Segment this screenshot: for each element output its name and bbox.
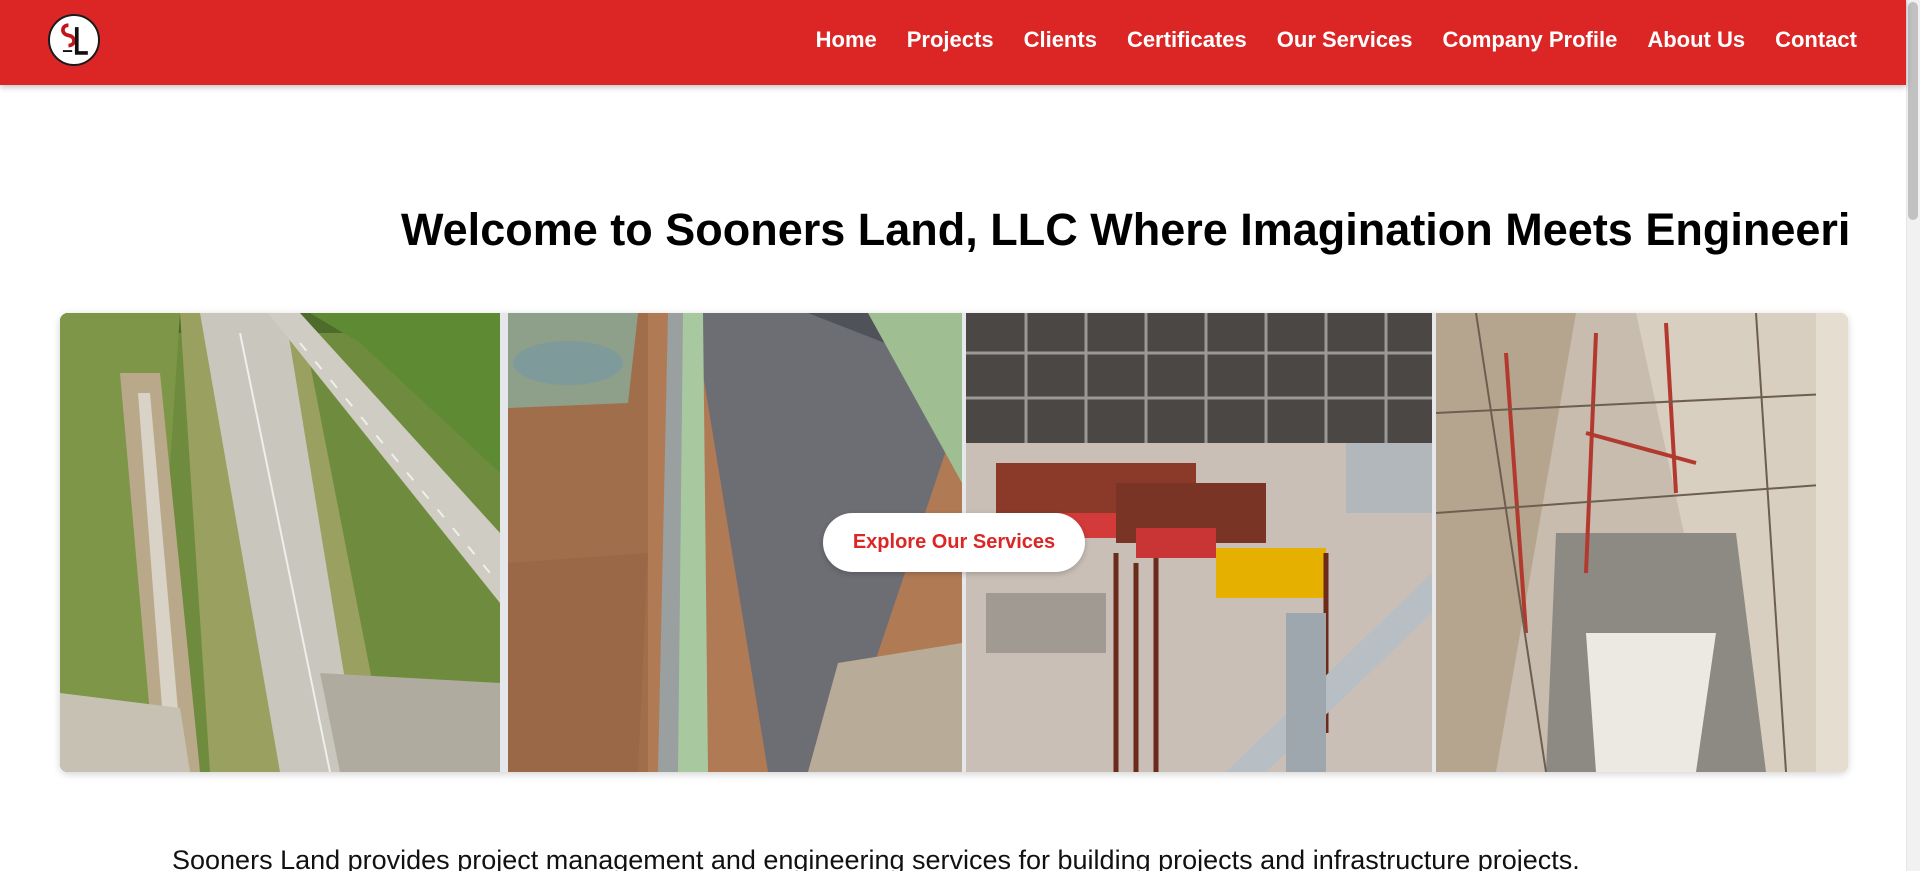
nav-about-us[interactable]: About Us xyxy=(1647,27,1745,53)
page-scrollbar[interactable] xyxy=(1906,0,1920,871)
main-nav: Home Projects Clients Certificates Our S… xyxy=(786,0,1857,80)
explore-services-button[interactable]: Explore Our Services xyxy=(823,513,1085,572)
site-header: Home Projects Clients Certificates Our S… xyxy=(0,0,1906,85)
highway-photo xyxy=(60,313,500,772)
nav-company-profile[interactable]: Company Profile xyxy=(1443,27,1618,53)
nav-our-services[interactable]: Our Services xyxy=(1277,27,1413,53)
nav-projects[interactable]: Projects xyxy=(907,27,994,53)
scrollbar-thumb[interactable] xyxy=(1908,2,1918,220)
hero-title: Welcome to Sooners Land, LLC Where Imagi… xyxy=(401,204,1851,255)
intro-section: Sooners Land provides project management… xyxy=(0,842,1906,871)
sl-monogram-logo xyxy=(51,17,97,63)
intro-text: Sooners Land provides project management… xyxy=(172,845,1580,871)
sl-logo-icon[interactable] xyxy=(48,14,100,66)
aerial-construction-photo xyxy=(1436,313,1848,772)
nav-certificates[interactable]: Certificates xyxy=(1127,27,1247,53)
nav-clients[interactable]: Clients xyxy=(1024,27,1097,53)
hero-title-wrapper: Welcome to Sooners Land, LLC Where Imagi… xyxy=(0,200,1906,260)
nav-contact[interactable]: Contact xyxy=(1775,27,1857,53)
nav-home[interactable]: Home xyxy=(816,27,877,53)
